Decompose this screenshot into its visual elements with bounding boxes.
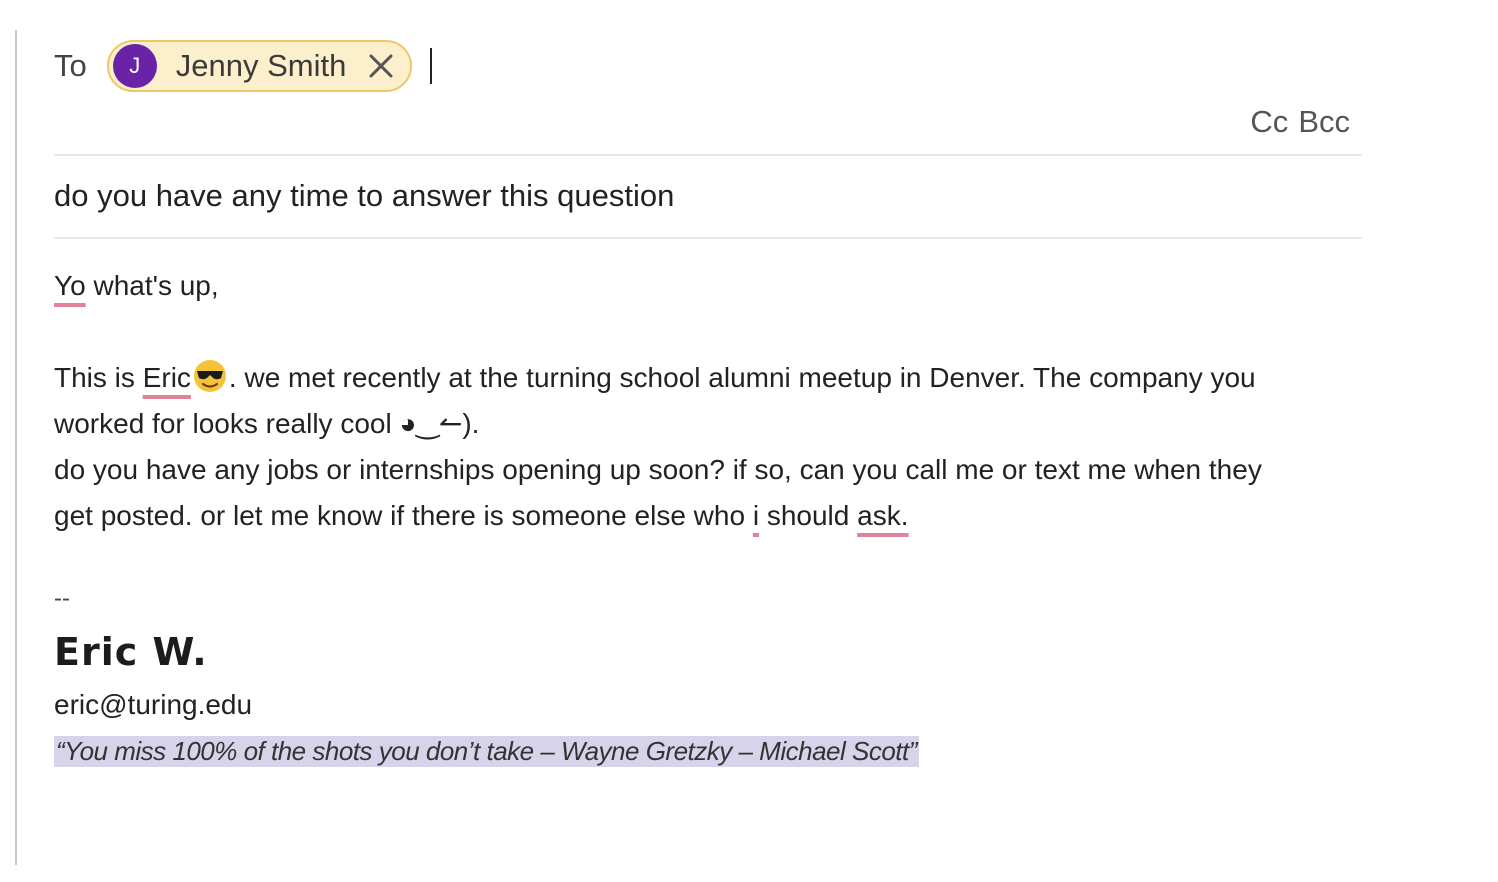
recipient-chip[interactable]: J Jenny Smith <box>106 40 413 92</box>
body-line: do you have any jobs or internships open… <box>54 454 1262 485</box>
recipient-input-caret[interactable] <box>430 48 433 84</box>
cc-button[interactable]: Cc <box>1250 104 1288 140</box>
greeting-line: Yo what's up, <box>54 270 219 301</box>
cc-bcc-links: Cc Bcc <box>1250 104 1350 140</box>
misspelled-word: ask. <box>857 500 909 531</box>
signature-quote: “You miss 100% of the shots you don’t ta… <box>54 736 919 767</box>
sunglasses-emoji-icon <box>193 360 226 392</box>
avatar: J <box>112 44 157 88</box>
misspelled-word: Eric <box>143 360 229 393</box>
to-label: To <box>54 48 87 83</box>
signature-separator: -- <box>54 585 70 612</box>
recipients-divider <box>54 154 1362 156</box>
bcc-button[interactable]: Bcc <box>1298 104 1350 140</box>
compose-left-border <box>15 30 17 865</box>
close-icon[interactable] <box>366 51 396 81</box>
misspelled-word: Yo <box>54 270 86 301</box>
recipient-name: Jenny Smith <box>175 48 347 83</box>
body-line: get posted. or let me know if there is s… <box>54 500 909 531</box>
body-line: This is Eric . we met recently at the tu… <box>54 355 1362 401</box>
body-line: worked for looks really cool ◕‿↼). <box>54 408 480 439</box>
signature-email: eric@turing.edu <box>54 689 253 720</box>
subject-field[interactable]: do you have any time to answer this ques… <box>54 178 674 214</box>
to-row[interactable]: To J Jenny Smith <box>54 38 433 94</box>
subject-divider <box>54 237 1362 239</box>
message-body[interactable]: Yo what's up, This is Eric . we met rece… <box>54 263 1362 539</box>
signature-name: Eric W. <box>54 630 208 674</box>
